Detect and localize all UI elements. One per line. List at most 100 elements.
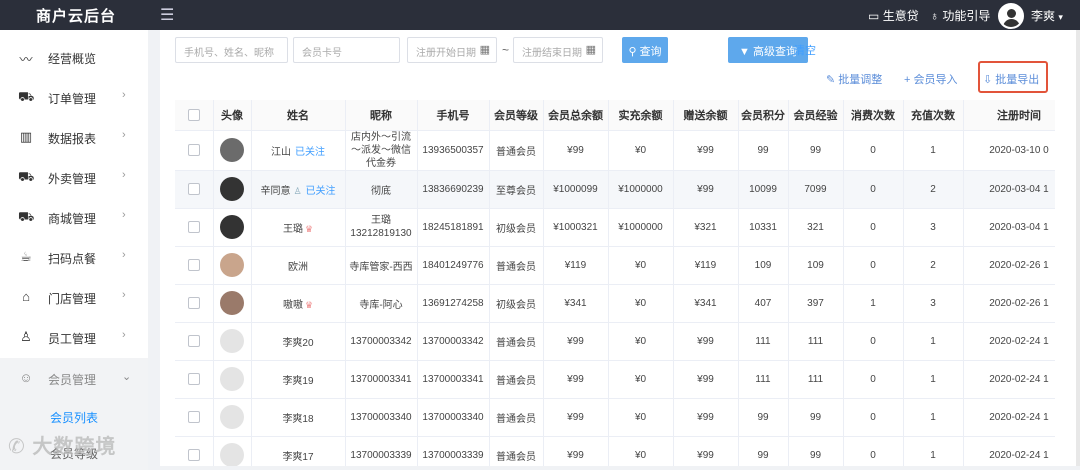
sidebar-item-label: 会员管理 xyxy=(48,373,97,387)
sidebar-subitem-label: 会员列表 xyxy=(50,411,99,425)
search-button[interactable]: ⚲ 查询 xyxy=(622,37,668,63)
user-icon: ♙ xyxy=(20,329,32,344)
sidebar-item-reports[interactable]: ▥ 数据报表 › xyxy=(0,117,148,157)
table-row[interactable]: 李爽19 13700003341 13700003341 普通会员 ¥99 ¥0… xyxy=(175,360,1055,399)
card-number-placeholder: 会员卡号 xyxy=(302,48,342,59)
consume-count-cell: 0 xyxy=(843,436,904,466)
clear-button[interactable]: 清空 xyxy=(794,42,816,58)
name-cell: 嗷嗷 ♛ xyxy=(251,284,346,323)
column-header: 消费次数 xyxy=(843,100,904,131)
sidebar-item-overview[interactable]: 〰 经营概览 xyxy=(0,37,148,77)
table-row[interactable]: 李爽20 13700003342 13700003342 普通会员 ¥99 ¥0… xyxy=(175,322,1055,361)
sidebar-item-scan-order[interactable]: ☕ 扫码点餐 › xyxy=(0,237,148,277)
end-date-input[interactable]: 注册结束日期 ▦ xyxy=(513,37,603,63)
avatar-cell xyxy=(213,322,252,361)
user-avatar[interactable] xyxy=(998,3,1024,29)
table-row[interactable]: 辛同意 ♙ 已关注 彻底 13836690239 至尊会员 ¥1000099 ¥10… xyxy=(175,170,1055,209)
nickname-cell: 13700003340 xyxy=(345,398,418,437)
batch-export-button[interactable]: ⇩ 批量导出 xyxy=(983,71,1039,87)
nickname-cell: 店内外～引流～派发～微信代金券 xyxy=(345,130,418,171)
points-cell: 111 xyxy=(738,360,789,399)
sidebar-subitem-member-list[interactable]: 会员列表 xyxy=(0,398,148,434)
start-date-placeholder: 注册开始日期 xyxy=(416,48,476,59)
avatar-cell xyxy=(213,436,252,466)
avatar xyxy=(220,291,244,315)
member-import-button[interactable]: + 会员导入 xyxy=(904,71,958,87)
row-checkbox[interactable] xyxy=(187,335,200,347)
sidebar-item-takeout[interactable]: ⛟ 外卖管理 › xyxy=(0,157,148,197)
row-select-cell xyxy=(175,130,214,171)
points-cell: 99 xyxy=(738,130,789,171)
table-row[interactable]: 江山 已关注 店内外～引流～派发～微信代金券 13936500357 普通会员 ¥… xyxy=(175,130,1055,171)
nickname-cell: 王璐 13212819130 xyxy=(345,208,418,247)
avatar xyxy=(220,138,244,162)
row-checkbox[interactable] xyxy=(187,259,200,271)
consume-count-cell: 0 xyxy=(843,322,904,361)
total-balance-cell: ¥99 xyxy=(543,130,609,171)
member-import-label: 会员导入 xyxy=(913,74,958,86)
total-balance-cell: ¥99 xyxy=(543,322,609,361)
nickname-cell: 13700003339 xyxy=(345,436,418,466)
batch-adjust-button[interactable]: ✎ 批量调整 xyxy=(826,71,882,87)
recharge-count-cell: 3 xyxy=(903,208,964,247)
card-number-input[interactable]: 会员卡号 xyxy=(293,37,400,63)
name-cell: 李爽17 xyxy=(251,436,346,466)
guide-link[interactable]: ♁ 功能引导 xyxy=(930,7,990,24)
search-button-label: 查询 xyxy=(639,46,662,58)
vip-icon: ♛ xyxy=(304,223,314,234)
sidebar-item-stores[interactable]: ⌂ 门店管理 › xyxy=(0,277,148,317)
avatar xyxy=(220,253,244,277)
phone-cell: 13691274258 xyxy=(417,284,490,323)
sidebar-item-label: 外卖管理 xyxy=(48,172,97,186)
exp-cell: 7099 xyxy=(788,170,844,209)
name-cell: 王璐 ♛ xyxy=(251,208,346,247)
search-input[interactable]: 手机号、姓名、昵称 xyxy=(175,37,288,63)
cart-icon: ⛟ xyxy=(18,89,35,104)
recharge-count-cell: 1 xyxy=(903,436,964,466)
row-checkbox[interactable] xyxy=(187,144,200,156)
sidebar-item-staff[interactable]: ♙ 员工管理 › xyxy=(0,317,148,357)
recharge-count-cell: 3 xyxy=(903,284,964,323)
gift-balance-cell: ¥321 xyxy=(673,208,739,247)
real-balance-cell: ¥0 xyxy=(608,322,674,361)
row-checkbox[interactable] xyxy=(187,297,200,309)
name-cell: 欧洲 xyxy=(251,246,346,285)
vertical-scrollbar[interactable] xyxy=(1076,30,1080,466)
row-checkbox[interactable] xyxy=(187,183,200,195)
avatar-cell xyxy=(213,170,252,209)
row-checkbox[interactable] xyxy=(187,411,200,423)
loan-label: 生意贷 xyxy=(882,9,919,23)
vip-icon: ♛ xyxy=(304,299,314,310)
points-cell: 111 xyxy=(738,322,789,361)
guide-label: 功能引导 xyxy=(942,9,991,23)
consume-count-cell: 0 xyxy=(843,130,904,171)
sidebar-item-members[interactable]: ☺ 会员管理 ⌄ xyxy=(0,358,148,398)
row-checkbox[interactable] xyxy=(187,449,200,461)
row-select-cell xyxy=(175,246,214,285)
home-icon: ⌂ xyxy=(22,289,30,304)
start-date-input[interactable]: 注册开始日期 ▦ xyxy=(407,37,497,63)
sidebar-item-mall[interactable]: ⛟ 商城管理 › xyxy=(0,197,148,237)
avatar xyxy=(220,177,244,201)
phone-cell: 13700003342 xyxy=(417,322,490,361)
user-menu[interactable]: 李爽 ▾ xyxy=(1031,7,1063,24)
select-all-checkbox[interactable] xyxy=(187,108,200,121)
table-row[interactable]: 王璐 ♛ 王璐 13212819130 18245181891 初级会员 ¥100… xyxy=(175,208,1055,247)
loan-link[interactable]: ▭ 生意贷 xyxy=(868,7,919,24)
exp-cell: 99 xyxy=(788,130,844,171)
row-checkbox[interactable] xyxy=(187,221,200,233)
level-cell: 普通会员 xyxy=(489,322,544,361)
real-balance-cell: ¥0 xyxy=(608,398,674,437)
table-row[interactable]: 嗷嗷 ♛ 寺库-阿心 13691274258 初级会员 ¥341 ¥0 ¥341 … xyxy=(175,284,1055,323)
hamburger-icon[interactable]: ☰ xyxy=(160,5,174,25)
sidebar-item-label: 商城管理 xyxy=(48,212,97,226)
member-name: 李爽19 xyxy=(282,375,314,387)
table-row[interactable]: 李爽17 13700003339 13700003339 普通会员 ¥99 ¥0… xyxy=(175,436,1055,466)
table-row[interactable]: 欧洲 寺库管家-西西 18401249776 普通会员 ¥119 ¥0 ¥119… xyxy=(175,246,1055,285)
recharge-count-cell: 2 xyxy=(903,246,964,285)
name-cell: 辛同意 ♙ 已关注 xyxy=(251,170,346,209)
table-row[interactable]: 李爽18 13700003340 13700003340 普通会员 ¥99 ¥0… xyxy=(175,398,1055,437)
sidebar-item-orders[interactable]: ⛟ 订单管理 › xyxy=(0,77,148,117)
row-checkbox[interactable] xyxy=(187,373,200,385)
nickname-cell: 彻底 xyxy=(345,170,418,209)
